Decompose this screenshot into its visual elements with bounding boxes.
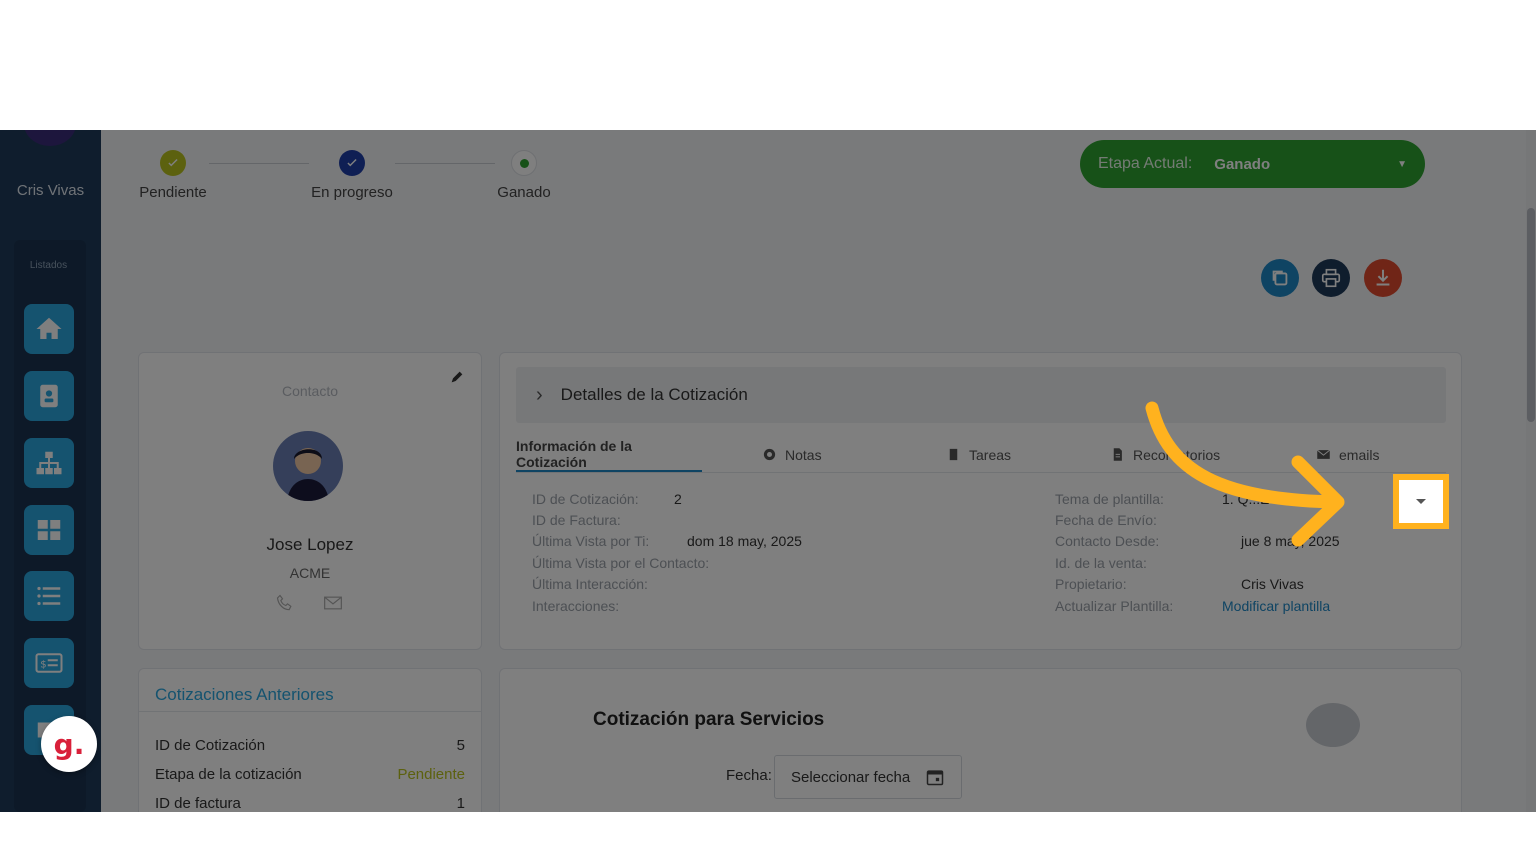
template-dropdown-button[interactable] <box>1393 474 1449 529</box>
brand-logo[interactable]: g. <box>41 716 97 772</box>
tutorial-arrow-icon <box>1145 401 1345 547</box>
caret-down-icon <box>1416 499 1426 504</box>
app-frame: Cris Vivas Listados $ Pendiente <box>0 130 1536 812</box>
